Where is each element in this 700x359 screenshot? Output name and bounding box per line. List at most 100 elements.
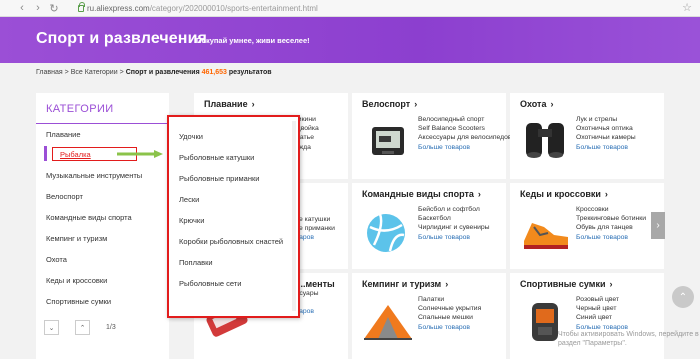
category-banner: Спорт и развлечения Покупай умнее, живи … (0, 17, 700, 63)
grid-cell-hunting[interactable]: Охота › Лук и стрелы Охотничья оптика Охо… (510, 93, 664, 179)
cell-title[interactable]: Охота › (520, 99, 553, 109)
cell-link[interactable]: Self Balance Scooters (418, 124, 512, 133)
sidebar-item-fishing-label: Рыбалка (60, 150, 91, 159)
tent-image (364, 305, 412, 340)
watermark-line: раздел "Параметры". (558, 340, 627, 347)
sidebar-item-team-sports[interactable]: Командные виды спорта (46, 213, 132, 222)
cell-title[interactable]: Велоспорт › (362, 99, 417, 109)
reload-button[interactable]: ↻ (46, 0, 62, 16)
page-title: Спорт и развлечения (36, 30, 207, 47)
grid-cell-team-sports[interactable]: Командные виды спорта › Бейсбол и софтбол… (352, 183, 506, 269)
reload-icon: ↻ (49, 2, 59, 15)
sidebar-active-marker (44, 146, 47, 161)
results-label: результатов (228, 69, 272, 76)
cell-title[interactable]: Спортивные сумки › (520, 279, 613, 289)
cell-links: Бейсбол и софтбол Баскетбол Чирлидинг и … (418, 205, 490, 242)
breadcrumb: Главная > Все Категории > Спорт и развлечени… (36, 69, 272, 76)
green-arrow-annotation (117, 150, 163, 158)
cell-link[interactable]: Спальные мешки (418, 313, 481, 322)
submenu-item-nets[interactable]: Рыболовные сети (179, 279, 241, 288)
cell-link[interactable]: Синий цвет (576, 313, 628, 322)
cell-title[interactable]: Кемпинг и туризм › (362, 279, 448, 289)
breadcrumb-home[interactable]: Главная (36, 69, 63, 76)
binoculars-image (526, 123, 564, 158)
cell-links: Розовый цвет Черный цвет Синий цвет Боль… (576, 295, 628, 332)
submenu-item-hooks[interactable]: Крючки (179, 216, 204, 225)
sidebar-item-instruments[interactable]: Музыкальные инструменты (46, 171, 142, 180)
grid-cell-cycling[interactable]: Велоспорт › Велосипедный спорт Self Balan… (352, 93, 512, 179)
windows-activation-watermark: Чтобы активировать Windows, перейдите в … (558, 330, 699, 348)
browser-toolbar: ‹ › ↻ ru.aliexpress.com/category/2020000… (0, 0, 700, 17)
pager-up-button[interactable]: ⌃ (75, 320, 90, 335)
cell-link[interactable]: Баскетбол (418, 214, 490, 223)
cell-link[interactable]: Солнечные укрытия (418, 304, 481, 313)
results-count: 461,653 (201, 69, 227, 76)
cell-links: Велосипедный спорт Self Balance Scooters… (418, 115, 512, 152)
submenu-item-lures[interactable]: Рыболовные приманки (179, 174, 259, 183)
chevron-up-icon: ⌃ (678, 291, 688, 303)
category-sidebar: КАТЕГОРИИ Плавание Музыкальные инструмен… (36, 93, 169, 359)
breadcrumb-all[interactable]: Все Категории (71, 69, 118, 76)
cell-title[interactable]: Плавание › (204, 99, 255, 109)
sneaker-image (524, 223, 568, 249)
more-link[interactable]: Больше товаров (576, 233, 646, 242)
cell-link[interactable]: Черный цвет (576, 304, 628, 313)
cell-link[interactable]: Чирлидинг и сувениры (418, 223, 490, 232)
cell-title[interactable]: Командные виды спорта › (362, 189, 481, 199)
address-bar[interactable]: ru.aliexpress.com/category/202000010/spo… (78, 1, 318, 13)
more-link[interactable]: Больше товаров (418, 323, 481, 332)
lock-icon (78, 1, 85, 12)
sidebar-item-swimming[interactable]: Плавание (46, 130, 81, 139)
submenu-item-rods[interactable]: Удочки (179, 132, 203, 141)
cell-link[interactable]: Треккинговые ботинки (576, 214, 646, 223)
cell-links: Лук и стрелы Охотничья оптика Охотничьи … (576, 115, 636, 152)
cell-link[interactable]: Кроссовки (576, 205, 646, 214)
ball-image (367, 213, 405, 252)
submenu-item-floats[interactable]: Поплавки (179, 258, 213, 267)
url-host: ru.aliexpress.com (87, 3, 150, 13)
grid-cell-camping[interactable]: Кемпинг и туризм › Палатки Солнечные укры… (352, 273, 506, 359)
sidebar-item-camping[interactable]: Кемпинг и туризм (46, 234, 107, 243)
cell-link[interactable]: Охотничья оптика (576, 124, 636, 133)
sidebar-item-cycling[interactable]: Велоспорт (46, 192, 83, 201)
submenu-item-tackle-boxes[interactable]: Коробки рыболовных снастей (179, 237, 283, 246)
sidebar-item-hunting[interactable]: Охота (46, 255, 67, 264)
fishing-submenu: Удочки Рыболовные катушки Рыболовные при… (167, 115, 300, 318)
scroll-to-top-button[interactable]: ⌃ (672, 286, 694, 308)
carousel-next-button[interactable]: › (651, 212, 665, 239)
grid-cell-sneakers[interactable]: Кеды и кроссовки › Кроссовки Треккинговые… (510, 183, 664, 269)
cell-link[interactable]: Аксессуары для велосипедов (418, 133, 512, 142)
sidebar-item-sport-bags[interactable]: Спортивные сумки (46, 297, 111, 306)
submenu-scrollbar[interactable] (292, 121, 296, 311)
cell-link[interactable]: Обувь для танцев (576, 223, 646, 232)
more-link[interactable]: Больше товаров (418, 143, 512, 152)
chevron-right-icon: › (36, 2, 40, 14)
back-button[interactable]: ‹ (14, 0, 30, 16)
forward-button[interactable]: › (30, 0, 46, 16)
cell-title[interactable]: Кеды и кроссовки › (520, 189, 608, 199)
chevron-left-icon: ‹ (20, 2, 24, 14)
more-link[interactable]: Больше товаров (418, 233, 490, 242)
sidebar-divider (36, 123, 169, 124)
bookmark-star-icon[interactable]: ☆ (682, 1, 692, 14)
cell-link[interactable]: Розовый цвет (576, 295, 628, 304)
cell-link[interactable]: Лук и стрелы (576, 115, 636, 124)
submenu-item-reels[interactable]: Рыболовные катушки (179, 153, 254, 162)
bike-computer-image (372, 127, 404, 155)
submenu-item-lines[interactable]: Лески (179, 195, 199, 204)
pager-down-button[interactable]: ⌄ (44, 320, 59, 335)
cell-link[interactable]: Охотничьи камеры (576, 133, 636, 142)
url-path: /category/202000010/sports-entertainment… (149, 3, 318, 13)
chevron-up-icon: ⌃ (79, 324, 86, 332)
pager-number: 1/3 (106, 324, 116, 331)
sidebar-item-sneakers[interactable]: Кеды и кроссовки (46, 276, 107, 285)
cell-link[interactable]: Велосипедный спорт (418, 115, 512, 124)
cell-title[interactable]: ...менты (298, 279, 335, 289)
more-link[interactable]: Больше товаров (576, 143, 636, 152)
cell-link[interactable]: Палатки (418, 295, 481, 304)
watermark-line: Чтобы активировать Windows, перейдите в (558, 331, 699, 338)
cell-link[interactable]: Бейсбол и софтбол (418, 205, 490, 214)
chevron-down-icon: ⌄ (48, 324, 55, 332)
sidebar-pager: ⌄ ⌃ 1/3 (44, 320, 116, 335)
banner-slogan: Покупай умнее, живи веселее! (196, 36, 310, 45)
